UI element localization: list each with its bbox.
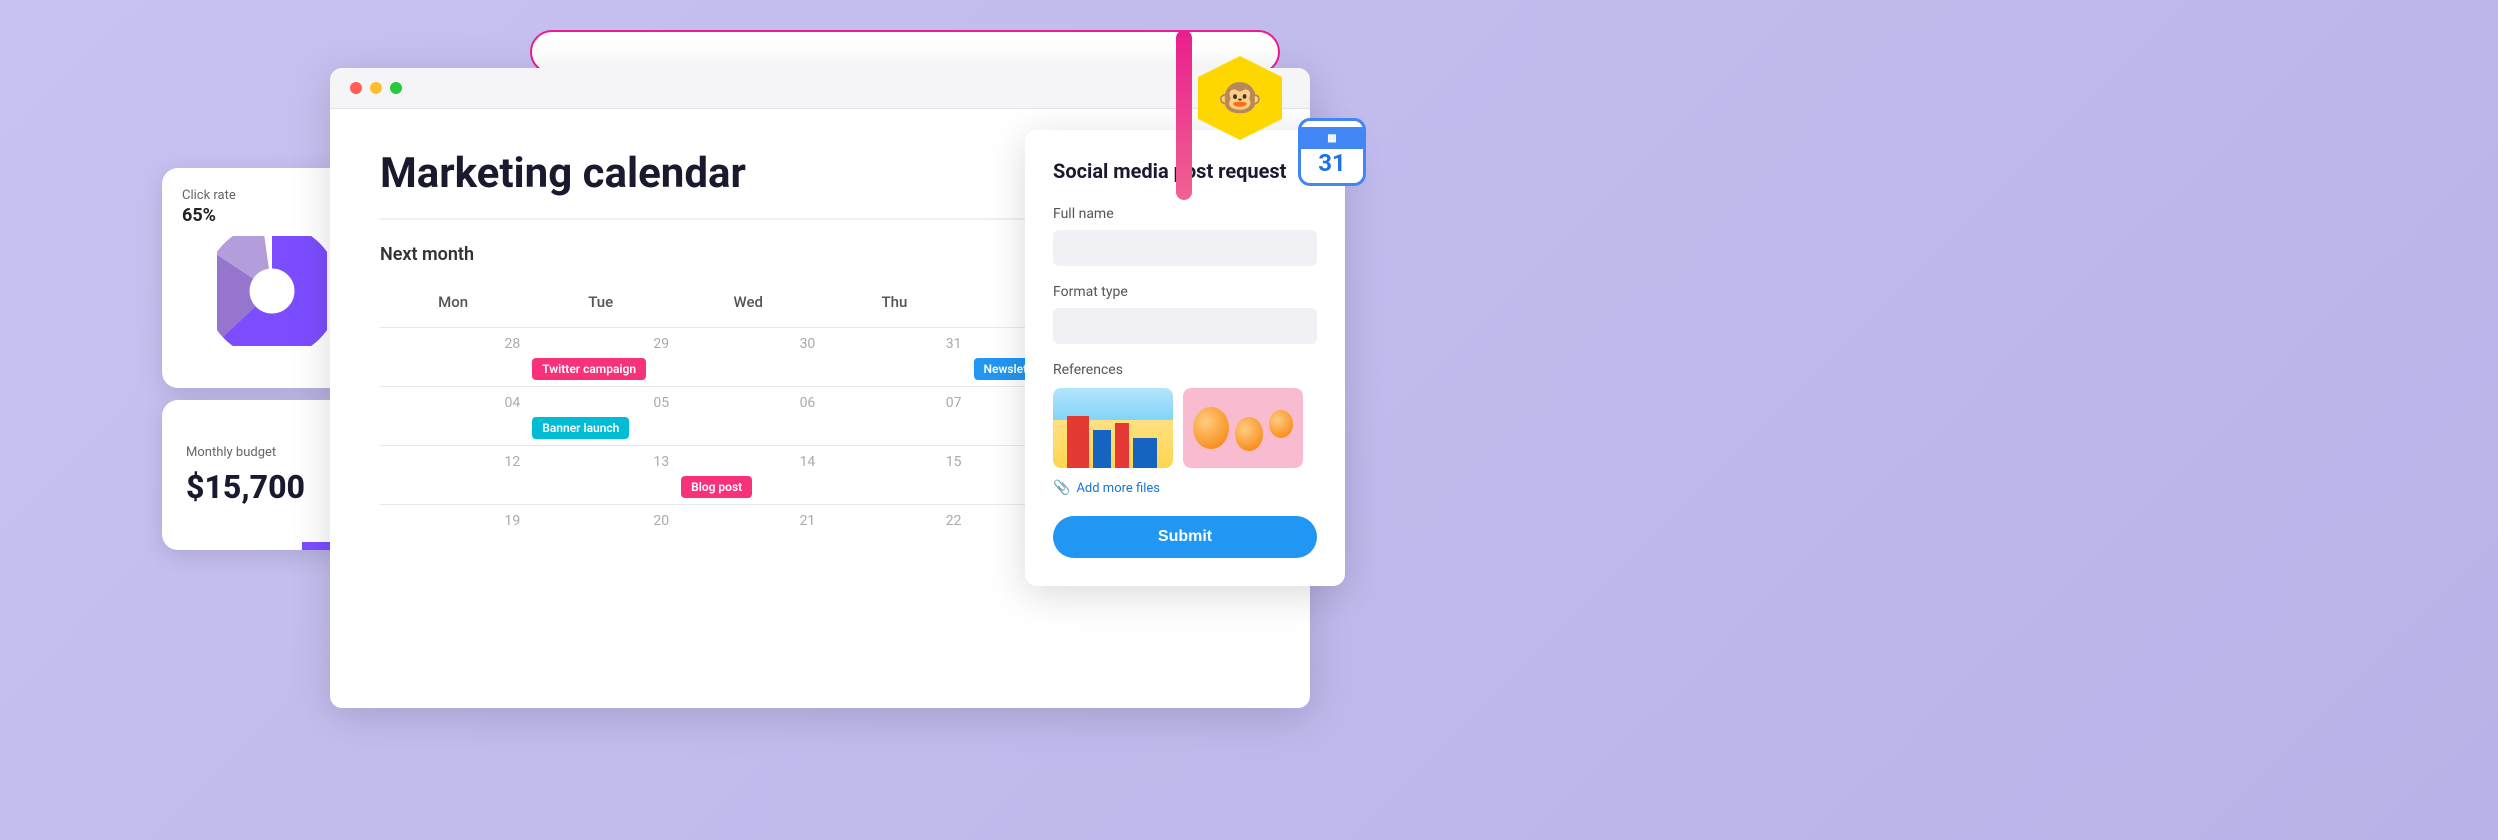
references-section: References 📎 (1053, 362, 1317, 496)
event-blog-post[interactable]: Blog post (681, 476, 752, 498)
table-row: 19 (380, 505, 526, 540)
dot-yellow (370, 82, 382, 94)
browser-topbar (330, 68, 1310, 109)
table-row: 06 (675, 387, 821, 446)
references-images (1053, 388, 1317, 468)
table-row: 28 (380, 328, 526, 387)
add-more-files-label: Add more files (1076, 481, 1160, 496)
paperclip-icon: 📎 (1053, 480, 1070, 496)
table-row: 15 (821, 446, 967, 505)
connector-blob (1176, 30, 1192, 200)
full-name-label: Full name (1053, 206, 1317, 222)
day-header-wed: Wed (675, 285, 821, 328)
dot-green (390, 82, 402, 94)
day-header-thu: Thu (821, 285, 967, 328)
event-banner-launch[interactable]: Banner launch (532, 417, 629, 439)
mailchimp-hex-shape: 🐵 (1198, 56, 1282, 140)
table-row: 13 (526, 446, 675, 505)
gcal-icon: ▦ 31 (1298, 118, 1366, 186)
day-header-tue: Tue (526, 285, 675, 328)
reference-image-2 (1183, 388, 1303, 468)
event-twitter-campaign[interactable]: Twitter campaign (532, 358, 646, 380)
table-row: 21 (675, 505, 821, 540)
table-row: 30 (675, 328, 821, 387)
table-row: 22 (821, 505, 967, 540)
table-row: 31 (821, 328, 967, 387)
table-row: 07 (821, 387, 967, 446)
mailchimp-icon: 🐵 (1198, 56, 1282, 140)
reference-image-1 (1053, 388, 1173, 468)
table-row: 29 Twitter campaign (526, 328, 675, 387)
add-more-files-link[interactable]: 📎 Add more files (1053, 480, 1317, 496)
pie-chart (217, 236, 327, 346)
full-name-input[interactable] (1053, 230, 1317, 266)
table-row: 05 Banner launch (526, 387, 675, 446)
format-type-input[interactable] (1053, 308, 1317, 344)
mailchimp-emoji: 🐵 (1218, 77, 1263, 119)
table-row: 12 (380, 446, 526, 505)
table-row: 14 Blog post (675, 446, 821, 505)
table-row: 20 (526, 505, 675, 540)
gcal-top-bar: ▦ (1301, 127, 1363, 149)
references-label: References (1053, 362, 1317, 378)
gcal-number: 31 (1318, 149, 1346, 177)
format-type-label: Format type (1053, 284, 1317, 300)
submit-button[interactable]: Submit (1053, 516, 1317, 558)
table-row: 04 (380, 387, 526, 446)
day-header-mon: Mon (380, 285, 526, 328)
dot-red (350, 82, 362, 94)
